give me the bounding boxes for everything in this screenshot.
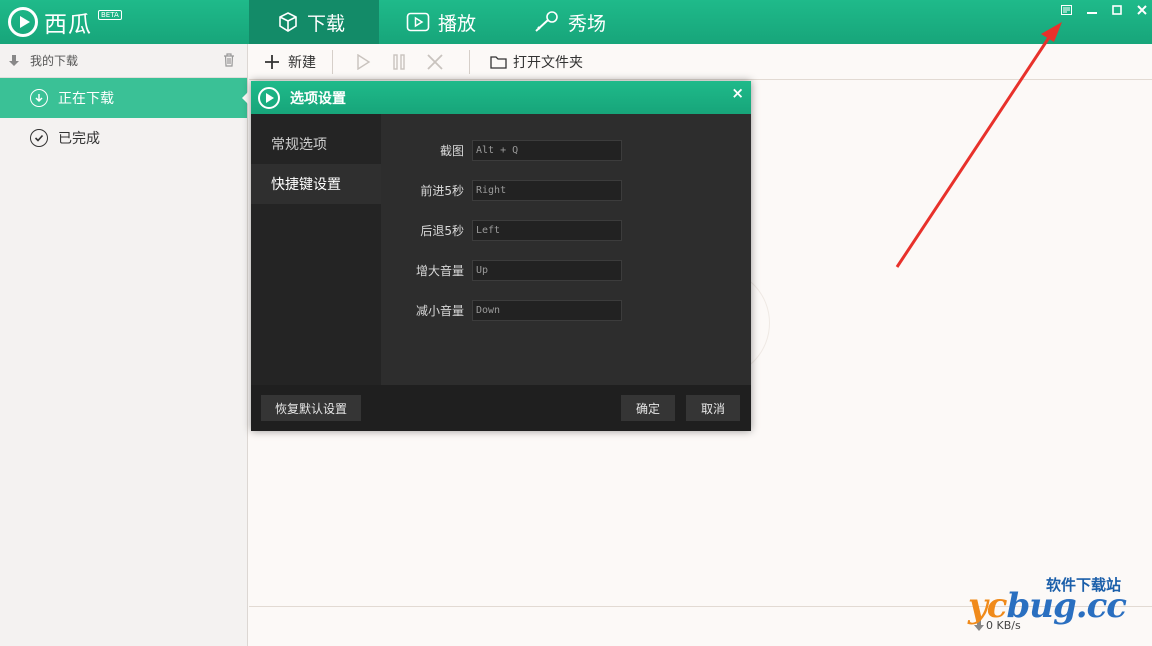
toolbar: 新建 打开文件夹 bbox=[249, 44, 1152, 80]
hotkey-row: 截图 Alt + Q bbox=[381, 139, 751, 161]
cancel-button[interactable]: 取消 bbox=[686, 395, 740, 421]
tab-download-label: 下载 bbox=[307, 12, 346, 35]
minimize-button[interactable] bbox=[1079, 3, 1104, 17]
hotkey-row: 减小音量 Down bbox=[381, 299, 751, 321]
close-button[interactable] bbox=[1129, 3, 1152, 17]
sidebar-header-label: 我的下载 bbox=[30, 54, 79, 68]
dialog-title: 选项设置 bbox=[290, 90, 346, 107]
tab-play-label: 播放 bbox=[438, 12, 477, 35]
app-name: 西瓜 bbox=[44, 12, 92, 38]
sidebar-item-downloading[interactable]: 正在下载 bbox=[0, 78, 248, 118]
dialog-close-icon[interactable]: × bbox=[731, 84, 744, 102]
beta-badge: BETA bbox=[98, 10, 122, 20]
hotkey-label: 截图 bbox=[439, 143, 464, 158]
sidebar-item-label: 已完成 bbox=[58, 131, 100, 147]
toolbar-divider bbox=[469, 49, 470, 74]
pause-icon[interactable] bbox=[391, 53, 407, 70]
hotkey-input[interactable]: Left bbox=[472, 219, 622, 241]
dialog-nav-hotkeys[interactable]: 快捷键设置 bbox=[251, 164, 381, 204]
new-button-label: 新建 bbox=[288, 54, 316, 71]
hotkey-settings: 截图 Alt + Q 前进5秒 Right 后退5秒 Left 增大音量 Up … bbox=[381, 114, 751, 385]
play-logo-icon bbox=[258, 86, 280, 109]
window-controls bbox=[1054, 3, 1152, 17]
check-circle-icon bbox=[30, 129, 48, 147]
tab-show-label: 秀场 bbox=[568, 12, 607, 35]
maximize-icon bbox=[1111, 5, 1122, 15]
restore-defaults-button[interactable]: 恢复默认设置 bbox=[261, 395, 361, 421]
watermark-logo: ycbug.cc bbox=[968, 586, 1127, 626]
start-icon[interactable] bbox=[355, 53, 371, 70]
hotkey-row: 前进5秒 Right bbox=[381, 179, 751, 201]
download-box-icon bbox=[279, 12, 297, 32]
dialog-title-bar[interactable]: 选项设置 × bbox=[251, 81, 751, 114]
title-bar: 西瓜 BETA 下载 播放 秀场 bbox=[0, 0, 1152, 44]
toolbar-divider bbox=[332, 49, 333, 74]
hotkey-row: 后退5秒 Left bbox=[381, 219, 751, 241]
watermark: 软件下载站 ycbug.cc bbox=[968, 574, 1148, 630]
delete-icon[interactable] bbox=[427, 53, 443, 70]
trash-icon[interactable] bbox=[223, 53, 235, 67]
options-dialog: 选项设置 × 常规选项 快捷键设置 截图 Alt + Q 前进5秒 Right … bbox=[251, 81, 751, 431]
tab-play[interactable]: 播放 bbox=[406, 0, 476, 44]
download-circle-icon bbox=[30, 89, 48, 107]
hotkey-label: 减小音量 bbox=[415, 303, 464, 318]
hotkey-input[interactable]: Down bbox=[472, 299, 622, 321]
close-icon bbox=[1136, 5, 1147, 15]
ok-button[interactable]: 确定 bbox=[621, 395, 675, 421]
open-folder-label: 打开文件夹 bbox=[513, 54, 583, 71]
hotkey-row: 增大音量 Up bbox=[381, 259, 751, 281]
hotkey-input[interactable]: Alt + Q bbox=[472, 139, 622, 161]
play-screen-icon bbox=[406, 12, 430, 32]
new-button[interactable]: 新建 bbox=[264, 52, 316, 72]
dialog-nav-general[interactable]: 常规选项 bbox=[251, 124, 381, 164]
tab-show[interactable]: 秀场 bbox=[532, 0, 606, 44]
maximize-button[interactable] bbox=[1104, 3, 1129, 17]
dialog-nav: 常规选项 快捷键设置 bbox=[251, 114, 381, 385]
hotkey-label: 增大音量 bbox=[415, 263, 464, 278]
settings-menu-button[interactable] bbox=[1054, 3, 1079, 17]
open-folder-button[interactable]: 打开文件夹 bbox=[490, 52, 583, 72]
watermark-logo-a: yc bbox=[968, 586, 1007, 626]
hotkey-label: 后退5秒 bbox=[420, 223, 464, 238]
tab-download[interactable]: 下载 bbox=[249, 0, 379, 44]
watermark-logo-b: bug.cc bbox=[1006, 586, 1127, 626]
menu-icon bbox=[1061, 5, 1072, 15]
play-logo-icon bbox=[8, 7, 38, 37]
hotkey-input[interactable]: Up bbox=[472, 259, 622, 281]
app-logo: 西瓜 BETA bbox=[8, 6, 122, 38]
dialog-footer: 恢复默认设置 确定 取消 bbox=[251, 385, 751, 431]
hotkey-label: 前进5秒 bbox=[420, 183, 464, 198]
hotkey-input[interactable]: Right bbox=[472, 179, 622, 201]
arrow-down-icon bbox=[9, 54, 19, 66]
plus-icon bbox=[265, 54, 279, 69]
sidebar: 我的下载 正在下载 已完成 bbox=[0, 44, 248, 646]
microphone-icon bbox=[535, 11, 558, 32]
folder-icon bbox=[490, 55, 507, 69]
sidebar-item-completed[interactable]: 已完成 bbox=[0, 118, 247, 158]
sidebar-header[interactable]: 我的下载 bbox=[0, 44, 247, 78]
minimize-icon bbox=[1086, 12, 1097, 14]
sidebar-item-label: 正在下载 bbox=[58, 91, 114, 107]
